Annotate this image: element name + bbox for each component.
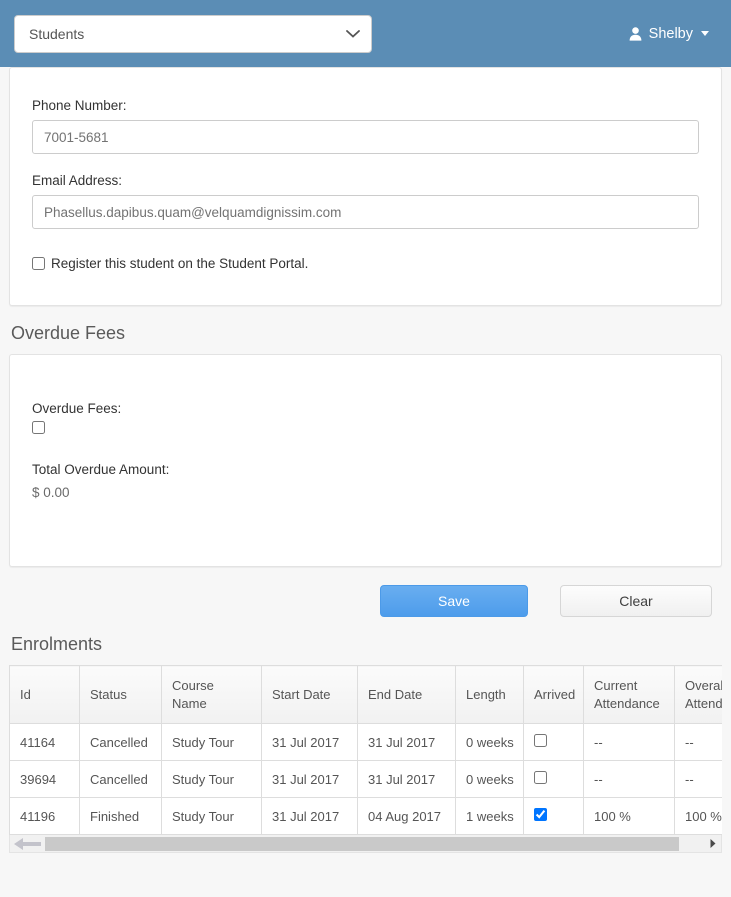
arrived-checkbox[interactable] (534, 734, 547, 747)
cell-arrived (524, 724, 584, 761)
column-header-overall-attendance[interactable]: Overall Attendance (675, 666, 723, 724)
cell-length: 0 weeks (456, 724, 524, 761)
cell-id: 41196 (10, 798, 80, 835)
user-icon (629, 27, 642, 41)
register-portal-row: Register this student on the Student Por… (32, 256, 699, 271)
cell-end-date: 04 Aug 2017 (358, 798, 456, 835)
top-navigation-bar: Students Shelby (0, 0, 731, 67)
cell-overall-attendance: -- (675, 761, 723, 798)
arrow-left-icon[interactable] (10, 836, 43, 852)
scrollbar-track[interactable] (45, 837, 705, 851)
cell-overall-attendance: -- (675, 724, 723, 761)
column-header-length[interactable]: Length (456, 666, 524, 724)
email-address-field-group: Email Address: (32, 173, 699, 229)
arrow-right-icon[interactable] (707, 838, 721, 849)
register-portal-checkbox[interactable] (32, 257, 45, 270)
phone-number-label: Phone Number: (32, 98, 699, 113)
cell-overall-attendance: 100 % (675, 798, 723, 835)
total-overdue-amount-value: $ 0.00 (32, 485, 699, 500)
cell-id: 39694 (10, 761, 80, 798)
table-row[interactable]: 41196 Finished Study Tour 31 Jul 2017 04… (10, 798, 723, 835)
cell-arrived (524, 798, 584, 835)
cell-status: Finished (80, 798, 162, 835)
cell-arrived (524, 761, 584, 798)
arrived-checkbox[interactable] (534, 808, 547, 821)
column-header-arrived[interactable]: Arrived (524, 666, 584, 724)
overdue-fees-panel: Overdue Fees: Total Overdue Amount: $ 0.… (9, 354, 722, 567)
cell-status: Cancelled (80, 761, 162, 798)
cell-course-name: Study Tour (162, 724, 262, 761)
cell-current-attendance: -- (584, 724, 675, 761)
phone-number-input[interactable] (32, 120, 699, 154)
cell-end-date: 31 Jul 2017 (358, 724, 456, 761)
scrollbar-thumb[interactable] (45, 837, 679, 851)
cell-start-date: 31 Jul 2017 (262, 761, 358, 798)
email-address-label: Email Address: (32, 173, 699, 188)
cell-length: 0 weeks (456, 761, 524, 798)
arrived-checkbox[interactable] (534, 771, 547, 784)
column-header-status[interactable]: Status (80, 666, 162, 724)
cell-length: 1 weeks (456, 798, 524, 835)
cell-current-attendance: 100 % (584, 798, 675, 835)
clear-button[interactable]: Clear (560, 585, 712, 617)
enrolments-table: Id Status Course Name Start Date End Dat… (9, 665, 722, 835)
table-row[interactable]: 41164 Cancelled Study Tour 31 Jul 2017 3… (10, 724, 723, 761)
caret-down-icon (701, 31, 709, 36)
enrolments-table-head: Id Status Course Name Start Date End Dat… (10, 666, 723, 724)
table-row[interactable]: 39694 Cancelled Study Tour 31 Jul 2017 3… (10, 761, 723, 798)
enrolments-table-body: 41164 Cancelled Study Tour 31 Jul 2017 3… (10, 724, 723, 835)
form-action-buttons: Save Clear (0, 585, 712, 617)
column-header-course-name[interactable]: Course Name (162, 666, 262, 724)
student-contact-panel: Phone Number: Email Address: Register th… (9, 67, 722, 306)
user-name-label: Shelby (649, 26, 693, 42)
column-header-start-date[interactable]: Start Date (262, 666, 358, 724)
page-content: Phone Number: Email Address: Register th… (0, 67, 731, 853)
cell-course-name: Study Tour (162, 798, 262, 835)
total-overdue-amount-label: Total Overdue Amount: (32, 462, 699, 477)
phone-number-field-group: Phone Number: (32, 98, 699, 154)
module-select[interactable]: Students (14, 15, 372, 53)
table-header-row: Id Status Course Name Start Date End Dat… (10, 666, 723, 724)
cell-course-name: Study Tour (162, 761, 262, 798)
enrolments-section-title: Enrolments (11, 634, 731, 655)
email-address-input[interactable] (32, 195, 699, 229)
cell-start-date: 31 Jul 2017 (262, 724, 358, 761)
column-header-id[interactable]: Id (10, 666, 80, 724)
cell-start-date: 31 Jul 2017 (262, 798, 358, 835)
register-portal-label: Register this student on the Student Por… (51, 256, 308, 271)
overdue-fees-checkbox[interactable] (32, 421, 45, 434)
cell-id: 41164 (10, 724, 80, 761)
column-header-current-attendance[interactable]: Current Attendance (584, 666, 675, 724)
cell-end-date: 31 Jul 2017 (358, 761, 456, 798)
overdue-fees-label: Overdue Fees: (32, 401, 699, 416)
horizontal-scrollbar[interactable] (9, 835, 722, 853)
module-select-wrapper: Students (14, 15, 372, 53)
column-header-end-date[interactable]: End Date (358, 666, 456, 724)
overdue-fees-section-title: Overdue Fees (11, 323, 731, 344)
save-button[interactable]: Save (380, 585, 528, 617)
cell-current-attendance: -- (584, 761, 675, 798)
user-menu[interactable]: Shelby (629, 26, 715, 42)
cell-status: Cancelled (80, 724, 162, 761)
enrolments-table-scroll-area: Id Status Course Name Start Date End Dat… (9, 665, 722, 835)
